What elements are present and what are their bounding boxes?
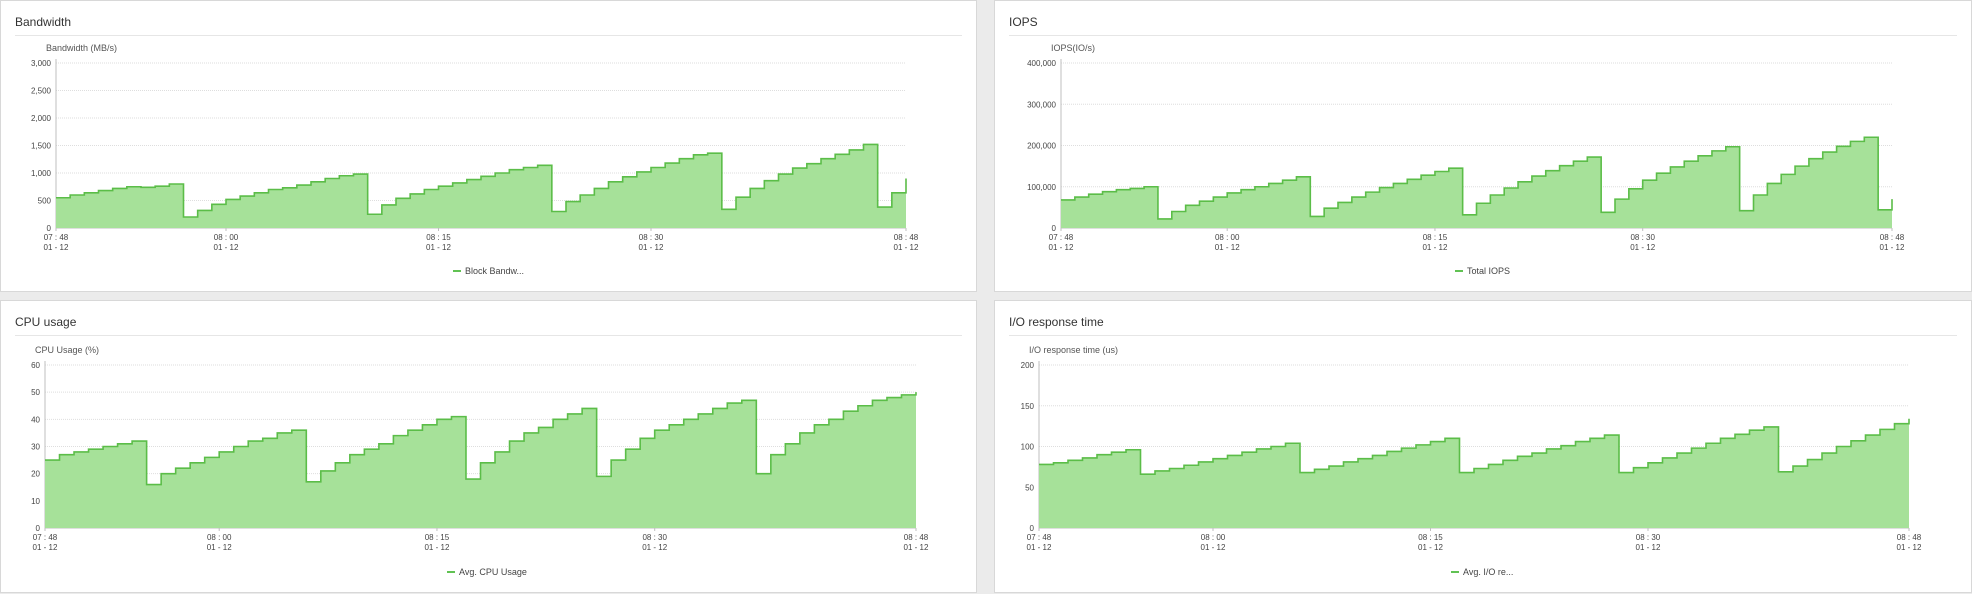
y-tick-label: 20: [31, 470, 40, 479]
legend-swatch: [453, 270, 461, 272]
y-tick-label: 0: [36, 524, 41, 533]
y-tick-label: 50: [1025, 483, 1034, 492]
chart-legend[interactable]: Avg. CPU Usage: [447, 567, 527, 577]
cpu-usage-chart: CPU Usage (%)010203040506007 : 4801 - 12…: [31, 345, 929, 552]
x-tick-label: 08 : 30: [639, 233, 664, 242]
legend-label: Avg. CPU Usage: [459, 567, 527, 577]
y-tick-label: 2,500: [31, 87, 52, 96]
io-response-time-panel: I/O response time I/O response time (us)…: [994, 300, 1972, 593]
x-tick-date-label: 01 - 12: [1201, 543, 1226, 552]
x-tick-date-label: 01 - 12: [426, 243, 451, 252]
x-tick-label: 07 : 48: [44, 233, 69, 242]
x-tick-label: 08 : 15: [1423, 233, 1448, 242]
y-tick-label: 200,000: [1027, 142, 1056, 151]
y-axis-label: CPU Usage (%): [35, 345, 99, 355]
y-tick-label: 40: [31, 415, 40, 424]
y-tick-label: 200: [1021, 361, 1035, 370]
x-tick-date-label: 01 - 12: [642, 543, 667, 552]
y-axis-label: I/O response time (us): [1029, 345, 1118, 355]
x-tick-label: 08 : 00: [1201, 533, 1226, 542]
x-tick-date-label: 01 - 12: [1630, 243, 1655, 252]
x-tick-date-label: 01 - 12: [894, 243, 919, 252]
chart-legend[interactable]: Block Bandw...: [453, 266, 524, 276]
y-tick-label: 1,500: [31, 142, 52, 151]
x-tick-date-label: 01 - 12: [1636, 543, 1661, 552]
x-tick-label: 08 : 30: [1636, 533, 1661, 542]
bandwidth-chart: Bandwidth (MB/s) 0 500 1,000 1,500 2,000 2,500…: [31, 43, 919, 252]
iops-panel: IOPS IOPS(IO/s) 0 100,000 200,000 300,000 400…: [994, 0, 1972, 292]
x-tick-label: 08 : 48: [1880, 233, 1905, 242]
y-tick-label: 60: [31, 361, 40, 370]
x-tick-label: 08 : 48: [894, 233, 919, 242]
y-tick-label: 1,000: [31, 169, 52, 178]
y-tick-label: 30: [31, 443, 40, 452]
x-tick-date-label: 01 - 12: [1215, 243, 1240, 252]
cpu-usage-panel: CPU usage CPU Usage (%) 0 10 20 30 40 50 60 07 :…: [0, 300, 977, 593]
y-tick-label: 500: [38, 197, 52, 206]
x-tick-date-label: 01 - 12: [1880, 243, 1905, 252]
x-tick-label: 08 : 30: [642, 533, 667, 542]
x-tick-label: 08 : 15: [426, 233, 451, 242]
y-tick-label: 100,000: [1027, 183, 1056, 192]
x-tick-date-label: 01 - 12: [207, 543, 232, 552]
x-tick-label: 08 : 00: [214, 233, 239, 242]
x-tick-label: 07 : 48: [1027, 533, 1052, 542]
x-tick-label: 08 : 48: [1897, 533, 1922, 542]
bandwidth-panel: Bandwidth Bandwidth (MB/s) 0 500 1,000 1,500…: [0, 0, 977, 292]
legend-swatch: [1451, 571, 1459, 573]
x-tick-date-label: 01 - 12: [214, 243, 239, 252]
y-tick-label: 0: [1052, 224, 1057, 233]
y-tick-label: 3,000: [31, 59, 52, 68]
x-tick-date-label: 01 - 12: [1897, 543, 1922, 552]
y-tick-label: 2,000: [31, 114, 52, 123]
x-tick-label: 08 : 15: [425, 533, 450, 542]
x-tick-label: 07 : 48: [1049, 233, 1074, 242]
y-tick-label: 100: [1021, 443, 1035, 452]
y-tick-label: 0: [1030, 524, 1035, 533]
io-response-time-chart: I/O response time (us) 0 50 100 150 200 07 : 4…: [1021, 345, 1922, 552]
x-tick-label: 08 : 00: [1215, 233, 1240, 242]
chart-legend[interactable]: Avg. I/O re...: [1451, 567, 1513, 577]
x-tick-date-label: 01 - 12: [1027, 543, 1052, 552]
y-axis-label: Bandwidth (MB/s): [46, 43, 117, 53]
chart-legend[interactable]: Total IOPS: [1455, 266, 1510, 276]
x-tick-label: 08 : 15: [1418, 533, 1443, 542]
y-tick-label: 0: [47, 224, 52, 233]
x-tick-label: 08 : 30: [1630, 233, 1655, 242]
y-tick-label: 400,000: [1027, 59, 1056, 68]
x-tick-date-label: 01 - 12: [33, 543, 58, 552]
x-tick-date-label: 01 - 12: [424, 543, 449, 552]
x-tick-date-label: 01 - 12: [44, 243, 69, 252]
legend-swatch: [1455, 270, 1463, 272]
y-tick-label: 300,000: [1027, 100, 1056, 109]
y-axis-label: IOPS(IO/s): [1051, 43, 1095, 53]
y-tick-label: 150: [1021, 402, 1035, 411]
legend-swatch: [447, 571, 455, 573]
iops-chart: IOPS(IO/s) 0 100,000 200,000 300,000 400,000 0…: [1027, 43, 1905, 252]
x-tick-label: 08 : 00: [207, 533, 232, 542]
x-tick-date-label: 01 - 12: [1422, 243, 1447, 252]
y-tick-label: 50: [31, 388, 40, 397]
legend-label: Block Bandw...: [465, 266, 525, 276]
x-tick-date-label: 01 - 12: [1049, 243, 1074, 252]
x-tick-date-label: 01 - 12: [904, 543, 929, 552]
legend-label: Avg. I/O re...: [1463, 567, 1514, 577]
x-tick-label: 07 : 48: [33, 533, 58, 542]
x-tick-date-label: 01 - 12: [639, 243, 664, 252]
x-tick-label: 08 : 48: [904, 533, 929, 542]
legend-label: Total IOPS: [1467, 266, 1511, 276]
y-tick-label: 10: [31, 497, 40, 506]
x-tick-date-label: 01 - 12: [1418, 543, 1443, 552]
series-area: [45, 392, 916, 528]
